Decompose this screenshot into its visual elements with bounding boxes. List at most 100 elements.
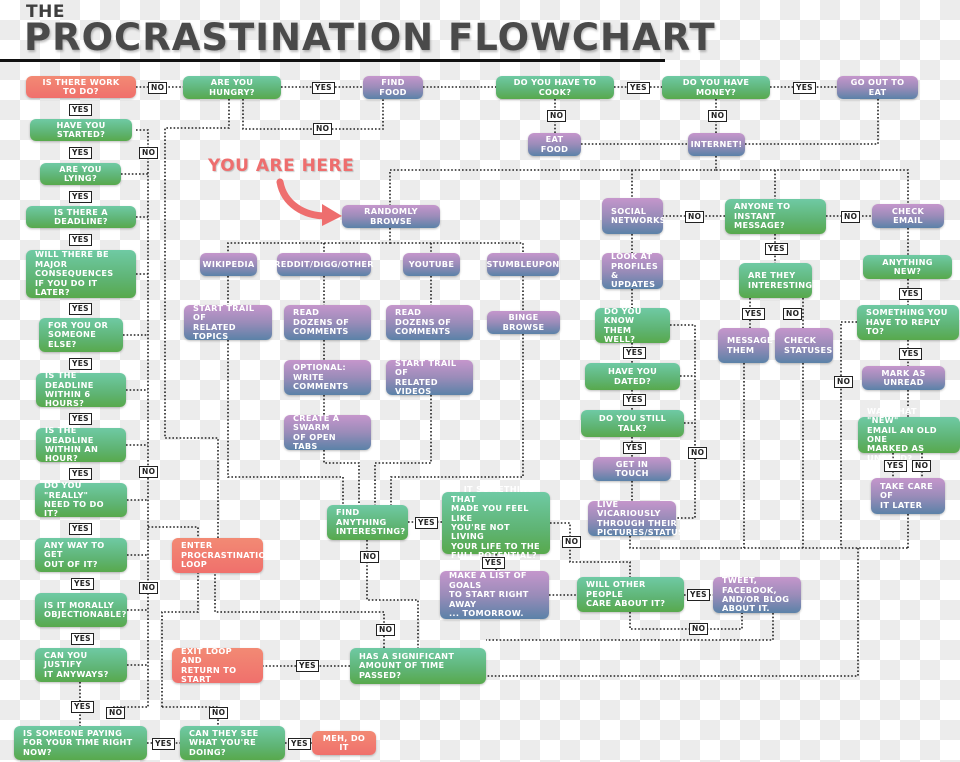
node-label: ARE YOU HUNGRY? [209,77,255,97]
node-profiles[interactable]: LOOK AT PROFILES & UPDATES [602,251,663,289]
label-was-no: NO [912,460,932,472]
node-consequences[interactable]: WILL THERE BE MAJOR CONSEQUENCES IF YOU … [26,250,136,298]
label-money-yes: YES [793,82,816,94]
label-know-yes: YES [623,347,646,359]
node-hungry[interactable]: ARE YOU HUNGRY? [183,76,281,99]
connector-line [227,228,391,253]
node-label: ARE YOU LYING? [59,163,102,183]
label-work-no: NO [148,82,168,94]
node-label: ANY WAY TO GET OUT OF IT? [44,539,105,569]
label-justify-yes: YES [71,701,94,713]
node-any-way[interactable]: ANY WAY TO GET OUT OF IT? [35,538,127,572]
node-paying[interactable]: IS SOMEONE PAYING FOR YOUR TIME RIGHT NO… [14,726,147,760]
node-trail-videos[interactable]: START TRAIL OF RELATED VIDEOS [386,357,473,396]
node-see[interactable]: CAN THEY SEE WHAT YOU'RE DOING? [180,726,285,760]
label-cook-no: NO [547,110,567,122]
label-care-yes: YES [687,589,710,601]
node-label: READ DOZENS OF COMMENTS [293,307,350,337]
node-find-food[interactable]: FIND FOOD [363,76,423,99]
node-lying[interactable]: ARE YOU LYING? [40,163,121,185]
node-deadline[interactable]: IS THERE A DEADLINE? [26,206,136,228]
node-check-statuses[interactable]: CHECK STATUSES [775,328,833,363]
node-goals[interactable]: MAKE A LIST OF GOALS TO START RIGHT AWAY… [440,571,549,619]
label-im-yes: YES [765,243,788,255]
label-dated-yes: YES [623,394,646,406]
node-label: IS THERE WORK TO DO? [42,76,120,96]
node-enter-loop[interactable]: ENTER PROCRASTINATION LOOP [172,538,273,573]
node-youtube[interactable]: YOUTUBE [403,253,460,276]
node-started[interactable]: HAVE YOU STARTED? [30,119,132,141]
node-potential[interactable]: IS IT SOMETHING THAT MADE YOU FEEL LIKE … [442,485,550,560]
node-internet[interactable]: INTERNET! [688,133,745,156]
node-social-networks[interactable]: SOCIAL NETWORKS [602,198,666,234]
connector-line [214,573,385,648]
node-an-hour[interactable]: IS THE DEADLINE WITHIN AN HOUR? [36,425,126,464]
node-was-new[interactable]: WAS THAT "NEW" EMAIL AN OLD ONE MARKED A… [858,406,960,463]
node-binge-browse[interactable]: BINGE BROWSE [487,311,560,334]
node-stumbleupon[interactable]: STUMBLEUPON [486,253,559,276]
node-write-comments[interactable]: OPTIONAL: WRITE COMMENTS [284,360,371,395]
node-message-them[interactable]: MESSAGE THEM [718,328,773,363]
node-really[interactable]: DO YOU "REALLY" NEED TO DO IT? [35,480,127,518]
node-anything-new[interactable]: ANYTHING NEW? [863,255,952,279]
node-check-email[interactable]: CHECK EMAIL [872,204,944,228]
node-label: WILL OTHER PEOPLE CARE ABOUT IT? [586,579,666,609]
node-money[interactable]: DO YOU HAVE MONEY? [662,76,770,99]
node-time-passed[interactable]: HAS A SIGNIFICANT AMOUNT OF TIME PASSED? [350,648,486,684]
connector-line [629,536,908,549]
label-social-no: NO [688,447,708,459]
node-morally[interactable]: IS IT MORALLY OBJECTIONABLE? [35,593,127,627]
node-label: WIKIPEDIA [202,258,255,269]
node-work[interactable]: IS THERE WORK TO DO? [26,76,136,98]
node-get-in-touch[interactable]: GET IN TOUCH [593,457,671,481]
node-find-anything[interactable]: FIND ANYTHING INTERESTING? [327,505,408,540]
node-six-hours[interactable]: IS THE DEADLINE WITHIN 6 HOURS? [36,370,126,409]
node-interesting[interactable]: ARE THEY INTERESTING? [739,263,817,298]
label-reply-no: NO [834,376,854,388]
node-read-comments-1[interactable]: READ DOZENS OF COMMENTS [284,305,371,340]
node-read-comments-2[interactable]: READ DOZENS OF COMMENTS [386,305,473,340]
node-label: IS THERE A DEADLINE? [54,206,108,226]
title-underline [0,59,665,62]
node-label: CAN YOU JUSTIFY IT ANYWAYS? [44,649,109,679]
label-time-yes: YES [296,660,319,672]
label-deadline-yes: YES [69,234,92,246]
node-know-well[interactable]: DO YOU KNOW THEM WELL? [595,306,670,344]
node-label: HAVE YOU DATED? [607,366,658,386]
node-tweet[interactable]: TWEET, FACEBOOK, AND/OR BLOG ABOUT IT. [713,575,801,613]
node-others-care[interactable]: WILL OTHER PEOPLE CARE ABOUT IT? [577,577,684,612]
node-eat-food[interactable]: EAT FOOD [528,133,581,156]
node-label: START TRAIL OF RELATED VIDEOS [395,357,457,396]
label-care-no: NO [689,623,709,635]
node-exit-loop[interactable]: EXIT LOOP AND RETURN TO START [172,646,263,684]
node-justify[interactable]: CAN YOU JUSTIFY IT ANYWAYS? [35,648,127,682]
node-reply[interactable]: SOMETHING YOU HAVE TO REPLY TO? [857,305,959,340]
node-instant-message[interactable]: ANYONE TO INSTANT MESSAGE? [725,199,826,234]
node-label: LIVE VICARIOUSLY THROUGH THEIR PICTURES/… [597,498,685,537]
node-cook[interactable]: DO YOU HAVE TO COOK? [496,76,614,99]
node-reddit[interactable]: REDDIT/DIGG/OTHER [274,253,374,276]
node-label: FIND FOOD [379,77,407,97]
label-morally-yes: YES [71,633,94,645]
label-reply-yes: YES [899,348,922,360]
node-meh[interactable]: MEH, DO IT [312,731,376,755]
label-interesting-yes: YES [742,308,765,320]
node-trail-topics[interactable]: START TRAIL OF RELATED TOPICS [184,303,272,341]
node-randomly-browse[interactable]: RANDOMLY BROWSE [342,205,440,228]
node-go-out[interactable]: GO OUT TO EAT [837,76,918,99]
node-label: IS THE DEADLINE WITHIN AN HOUR? [45,425,99,464]
node-still-talk[interactable]: DO YOU STILL TALK? [581,410,684,437]
node-take-care-later[interactable]: TAKE CARE OF IT LATER [871,478,945,514]
node-label: WILL THERE BE MAJOR CONSEQUENCES IF YOU … [35,249,114,298]
node-mark-unread[interactable]: MARK AS UNREAD [862,366,945,390]
node-dated[interactable]: HAVE YOU DATED? [585,363,680,390]
node-wikipedia[interactable]: WIKIPEDIA [200,253,257,276]
label-lying-yes: YES [69,191,92,203]
node-label: CAN THEY SEE WHAT YOU'RE DOING? [189,727,259,757]
label-was-yes: YES [884,460,907,472]
connector-line [161,573,199,707]
node-swarm[interactable]: CREATE A SWARM OF OPEN TABS [284,413,371,451]
node-vicarious[interactable]: LIVE VICARIOUSLY THROUGH THEIR PICTURES/… [588,499,684,537]
node-for-you[interactable]: FOR YOU OR SOMEONE ELSE? [39,318,123,352]
node-label: IS THE DEADLINE WITHIN 6 HOURS? [45,370,94,409]
